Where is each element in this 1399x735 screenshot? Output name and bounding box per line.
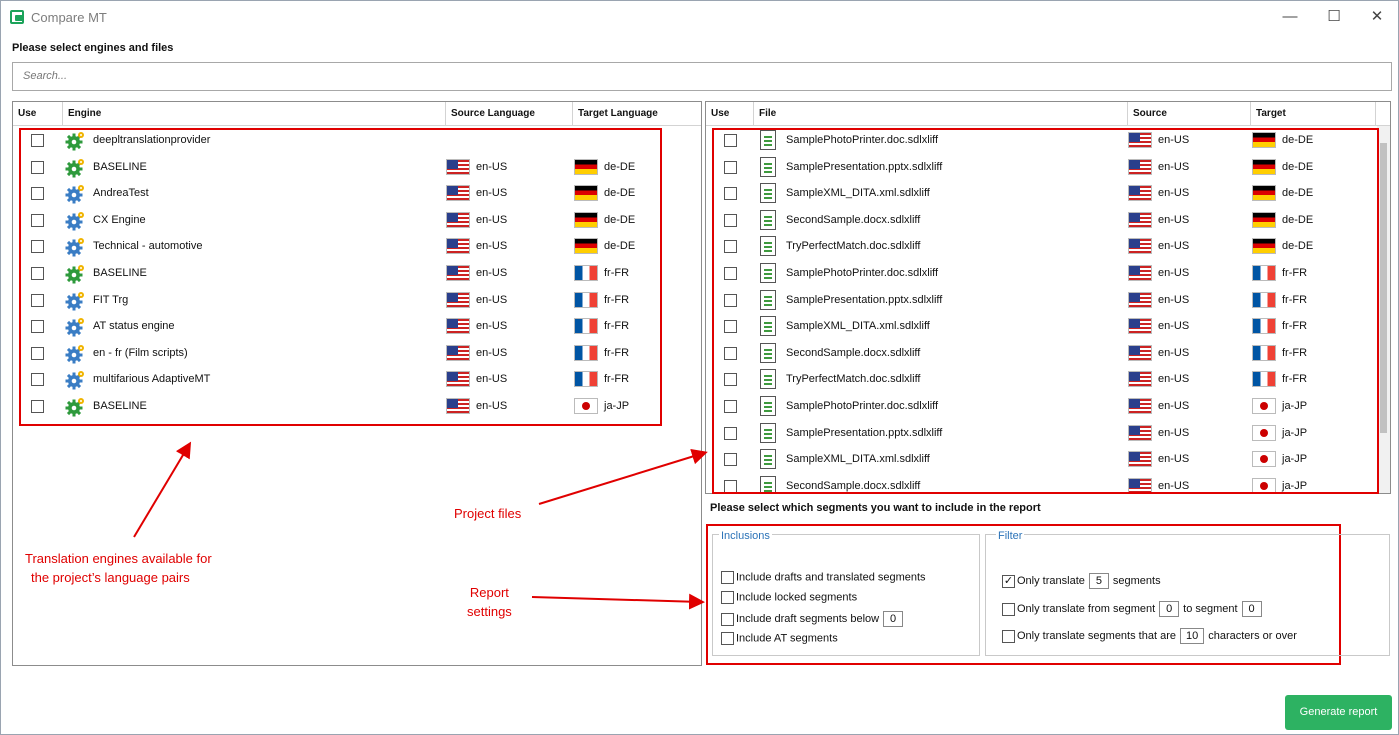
include-at-checkbox[interactable] (721, 632, 734, 645)
only-translate-option[interactable]: ✓ Only translate 5 segments (1002, 573, 1161, 589)
include-draft-below-option[interactable]: Include draft segments below 0 (721, 611, 907, 627)
include-drafts-translated-option[interactable]: Include drafts and translated segments (721, 571, 926, 584)
draft-below-input[interactable]: 0 (883, 611, 904, 627)
annotation-report-line2: settings (467, 604, 512, 619)
from-segment-input[interactable]: 0 (1159, 601, 1180, 617)
min-characters-label: Only translate segments that are (1017, 629, 1176, 642)
include-locked-label: Include locked segments (736, 591, 858, 604)
include-at-option[interactable]: Include AT segments (721, 632, 838, 645)
min-characters-input[interactable]: 10 (1179, 628, 1205, 644)
only-translate-input[interactable]: 5 (1088, 573, 1109, 589)
include-draft-below-label: Include draft segments below (736, 612, 880, 625)
segments-heading: Please select which segments you want to… (710, 502, 1041, 514)
filter-label: Filter (996, 530, 1025, 542)
to-segment-label: to segment (1183, 602, 1238, 615)
include-draft-below-checkbox[interactable] (721, 612, 734, 626)
annotation-engines: Translation engines available for the pr… (25, 549, 212, 587)
annotation-report-line1: Report (469, 585, 509, 600)
compare-mt-window: Compare MT — ☐ ✕ Please select engines a… (0, 0, 1399, 735)
include-locked-option[interactable]: Include locked segments (721, 591, 857, 604)
only-translate-suffix: segments (1112, 574, 1161, 587)
inclusions-label: Inclusions (719, 530, 772, 542)
include-at-label: Include AT segments (736, 632, 838, 645)
include-locked-checkbox[interactable] (721, 591, 734, 604)
engines-arrow (133, 441, 192, 538)
settings-arrow (531, 593, 705, 610)
annotation-engines-line2: the project’s language pairs (31, 570, 190, 585)
only-translate-checkbox[interactable]: ✓ (1002, 574, 1015, 588)
only-translate-label: Only translate (1017, 574, 1085, 587)
translate-range-label: Only translate from segment (1017, 602, 1156, 615)
include-drafts-translated-label: Include drafts and translated segments (736, 571, 926, 584)
annotation-engines-line1: Translation engines available for (25, 551, 212, 566)
annotation-project-files: Project files (454, 506, 522, 521)
files-arrow (538, 448, 708, 505)
generate-report-button[interactable]: Generate report (1285, 695, 1392, 730)
min-characters-suffix: characters or over (1208, 629, 1297, 642)
translate-range-checkbox[interactable] (1002, 602, 1015, 616)
translate-range-option[interactable]: Only translate from segment 0 to segment 0 (1002, 601, 1266, 617)
min-characters-checkbox[interactable] (1002, 629, 1015, 643)
include-drafts-translated-checkbox[interactable] (721, 571, 734, 584)
min-characters-option[interactable]: Only translate segments that are 10 charac… (1002, 628, 1297, 644)
to-segment-input[interactable]: 0 (1241, 601, 1262, 617)
annotation-report-settings: Report settings (467, 583, 512, 621)
